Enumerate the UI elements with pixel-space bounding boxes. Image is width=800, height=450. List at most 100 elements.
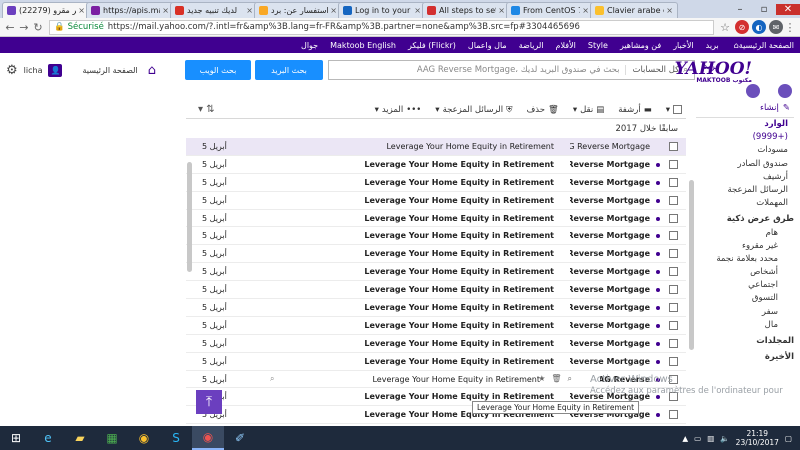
message-checkbox[interactable] [669,285,678,295]
skype-icon[interactable]: S [160,426,192,450]
nav-item[interactable]: الأخبار [673,41,693,50]
extension-icon[interactable]: ◐ [752,20,766,34]
avatar[interactable]: 👤 [48,64,63,77]
message-checkbox[interactable] [669,177,678,187]
message-row[interactable]: AAG Reverse Mortgage Leverage Your Home E… [186,281,686,300]
browser-tab[interactable]: https://apis.ma × [86,2,174,18]
yahoo-logo[interactable]: YAHOO! [675,59,752,79]
tray-up-arrow-icon[interactable]: ▲ [682,434,688,443]
tab-close-icon[interactable]: × [78,6,85,15]
spam-button[interactable]: ⛨ الرسائل المزعجة ▾ [435,105,512,115]
unread-dot-icon[interactable] [656,341,660,346]
nav-item[interactable]: الأفلام [556,41,576,50]
chrome-icon[interactable]: ◉ [128,426,160,450]
search-scope-dropdown[interactable]: كل الحسابات [625,65,679,75]
message-checkbox[interactable] [669,267,678,277]
message-checkbox[interactable] [669,410,678,420]
delete-button[interactable]: 🗑 حذف [526,105,558,115]
extension-icon[interactable]: ⊘ [735,20,749,34]
message-checkbox[interactable] [669,356,678,366]
search-input[interactable]: AAG Reverse Mortgage، بحث في صندوق البري… [328,60,695,80]
left-scrollbar[interactable] [186,120,194,426]
unread-dot-icon[interactable] [656,180,660,185]
sidebar-folder[interactable]: أرشيف [696,171,794,184]
battery-icon[interactable]: ▭ [694,434,701,443]
move-button[interactable]: ▤ نقل ▾ [573,105,604,115]
message-checkbox[interactable] [669,213,678,223]
url-field[interactable]: 🔒 Sécurisé https://mail.yahoo.com/?.intl… [49,19,714,35]
nav-item[interactable]: Maktoob English [330,41,396,50]
select-all-checkbox[interactable]: ▾ [666,105,682,115]
unread-dot-icon[interactable] [656,216,660,221]
nav-item[interactable]: بريد [706,41,719,50]
message-row[interactable]: AAG Reverse Mortgage Leverage Your Home E… [186,317,686,335]
menu-kebab-icon[interactable]: ⋮ [783,21,797,34]
unread-dot-icon[interactable] [656,162,660,167]
message-row[interactable]: AAG Reverse Mortgage Leverage Your Home E… [186,263,686,282]
extension-icon[interactable]: ✉ [769,20,783,34]
reload-button[interactable]: ↻ [31,21,45,34]
message-checkbox[interactable] [669,159,678,169]
browser-tab[interactable]: From CentOS 7 × [506,2,594,18]
tab-close-icon[interactable]: × [582,6,589,15]
sidebar-smart-view[interactable]: محدد بعلامة نجمة [696,253,794,266]
message-list-scrollbar[interactable] [688,120,696,426]
scroll-to-top-button[interactable]: ⤒ [196,390,222,414]
trash-icon[interactable]: 🗑 [551,374,561,384]
sort-icon[interactable]: ⇅ ▾ [198,104,215,115]
messenger-icon[interactable] [778,84,792,98]
message-checkbox[interactable] [669,320,678,330]
bookmark-star-icon[interactable]: ☆ [718,21,732,34]
message-row[interactable]: AAG Reverse Mortgage Leverage Your Home E… [186,210,686,228]
nav-item[interactable]: Style [588,41,608,50]
message-checkbox[interactable] [669,338,678,348]
message-row[interactable]: AAG Reverse Mortgage Leverage Your Home E… [186,353,686,371]
sidebar-smart-view[interactable]: أشخاص [696,266,794,279]
clock[interactable]: 21:19 23/10/2017 [736,429,779,447]
unread-dot-icon[interactable] [656,234,660,239]
minimize-button[interactable]: – [728,4,752,15]
contacts-icon[interactable] [746,84,760,98]
sidebar-section-smart-views[interactable]: طرق عرض ذكية [696,213,794,226]
message-row[interactable]: AAG Reverse Mortgage Leverage Your Home E… [186,227,686,246]
volume-icon[interactable]: 🔈 [720,434,729,443]
maximize-button[interactable]: ▫ [752,4,776,15]
network-icon[interactable]: ▥ [707,434,714,443]
more-button[interactable]: ••• المزيد ▾ [375,105,422,115]
unread-dot-icon[interactable] [656,288,660,293]
browser-tab[interactable]: استفسار عن: برد × [254,2,342,18]
sidebar-smart-view[interactable]: اجتماعي [696,279,794,292]
message-row[interactable]: AAG Reverse Mortgage Leverage Your Home E… [186,299,686,317]
nav-item[interactable]: فن ومشاهير [620,41,661,50]
sidebar-item-inbox[interactable]: الوارد [696,118,794,131]
browser-tab[interactable]: (22279) غير مقرو× [2,2,90,18]
paint-icon[interactable]: ✐ [224,426,256,450]
search-mail-button[interactable]: بحث البريد [255,60,323,80]
sidebar-smart-view[interactable]: سفر [696,306,794,319]
tab-close-icon[interactable]: × [330,6,337,15]
browser-tab[interactable]: Log in to your × [338,2,426,18]
message-row[interactable]: AAG Reverse Mortgage Leverage Your Home E… [186,245,686,264]
nav-item[interactable]: الرياضة [519,41,544,50]
browser-tab[interactable]: لديك تنبيه جديد × [170,2,258,18]
unread-dot-icon[interactable] [656,323,660,328]
chrome-active-icon[interactable]: ◉ [192,426,224,450]
close-window-button[interactable]: ✕ [776,3,800,15]
username[interactable]: licha [24,66,43,75]
archive-button[interactable]: ▬ أرشفة [618,105,651,115]
start-button[interactable]: ⊞ [0,426,32,450]
tab-close-icon[interactable]: × [414,6,421,15]
store-icon[interactable]: ▦ [96,426,128,450]
message-checkbox[interactable] [669,249,678,259]
sidebar-folder[interactable]: المهملات [696,197,794,210]
unread-dot-icon[interactable] [656,395,660,400]
nav-home[interactable]: ⌂ الصفحة الرئيسية [731,41,794,50]
tab-close-icon[interactable]: × [162,6,169,15]
search-sender-icon[interactable]: ⌕ [270,374,274,384]
message-row[interactable]: AAG Reverse Mortgage Leverage Your Home E… [186,156,686,174]
sidebar-smart-view[interactable]: هام [696,227,794,240]
message-row[interactable]: AAG Reverse Mortgage Leverage Your Home E… [186,138,686,156]
notifications-icon[interactable]: ▢ [785,434,792,443]
sidebar-smart-view[interactable]: مال [696,319,794,332]
unread-dot-icon[interactable] [656,359,660,364]
